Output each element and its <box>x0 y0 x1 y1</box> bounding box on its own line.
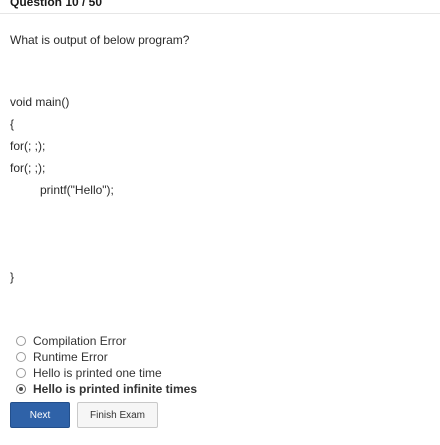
code-line: { <box>10 117 15 131</box>
answer-option-label: Hello is printed one time <box>33 366 162 380</box>
question-counter: Question 10 / 50 <box>10 0 103 9</box>
next-button[interactable]: Next <box>10 402 70 428</box>
radio-button-icon[interactable] <box>16 336 26 346</box>
answer-option-label: Compilation Error <box>33 334 127 348</box>
radio-button-icon[interactable] <box>16 352 26 362</box>
answer-option[interactable]: Compilation Error <box>16 333 197 349</box>
answer-option-selected[interactable]: Hello is printed infinite times <box>16 381 197 397</box>
header-divider <box>0 13 440 14</box>
code-line: for(; ;); <box>10 161 46 175</box>
code-line: for(; ;); <box>10 139 46 153</box>
answer-options: Compilation Error Runtime Error Hello is… <box>16 333 197 397</box>
code-line: printf("Hello"); <box>40 183 114 197</box>
finish-exam-button[interactable]: Finish Exam <box>77 402 158 428</box>
radio-button-selected-icon[interactable] <box>16 384 26 394</box>
question-header: Question 10 / 50 <box>0 0 440 12</box>
code-line: } <box>10 270 15 284</box>
radio-button-icon[interactable] <box>16 368 26 378</box>
answer-option[interactable]: Hello is printed one time <box>16 365 197 381</box>
answer-option[interactable]: Runtime Error <box>16 349 197 365</box>
answer-option-label: Runtime Error <box>33 350 108 364</box>
question-prompt: What is output of below program? <box>10 33 190 47</box>
answer-option-label: Hello is printed infinite times <box>33 382 198 396</box>
code-line: void main() <box>10 95 70 109</box>
